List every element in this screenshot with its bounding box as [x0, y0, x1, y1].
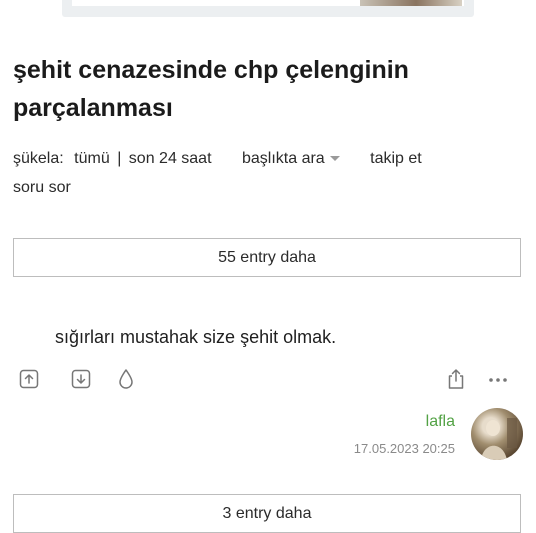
chevron-down-icon	[329, 156, 340, 162]
entry-author[interactable]: lafla	[426, 413, 455, 431]
entry-date[interactable]: 17.05.2023 20:25	[354, 441, 455, 456]
filter-separator: |	[117, 150, 122, 167]
more-entries-top-button[interactable]: 55 entry daha	[13, 238, 521, 277]
avatar[interactable]	[471, 408, 523, 460]
filter-all-link[interactable]: tümü	[74, 150, 110, 167]
ask-question-link[interactable]: soru sor	[13, 179, 71, 196]
drop-icon[interactable]	[117, 368, 135, 390]
more-dots-icon[interactable]	[488, 376, 508, 384]
share-icon[interactable]	[446, 368, 466, 390]
topic-meta: şükela: tümü | son 24 saat başlıkta ara …	[13, 144, 523, 202]
more-entries-bottom-button[interactable]: 3 entry daha	[13, 494, 521, 533]
avatar-image	[481, 418, 517, 460]
filter-24h-link[interactable]: son 24 saat	[129, 150, 212, 167]
entry-content: sığırları mustahak size şehit olmak.	[55, 327, 337, 347]
search-in-title-dropdown[interactable]: başlıkta ara	[242, 150, 340, 167]
downvote-icon[interactable]	[71, 369, 91, 389]
upvote-icon[interactable]	[19, 369, 39, 389]
topic-title[interactable]: şehit cenazesinde chp çelenginin parçala…	[13, 51, 513, 127]
banner-thumbnail	[360, 0, 462, 6]
follow-link[interactable]: takip et	[370, 150, 422, 167]
top-banner[interactable]	[62, 0, 474, 17]
sukela-label: şükela:	[13, 150, 64, 167]
search-in-title-label: başlıkta ara	[241, 150, 325, 167]
